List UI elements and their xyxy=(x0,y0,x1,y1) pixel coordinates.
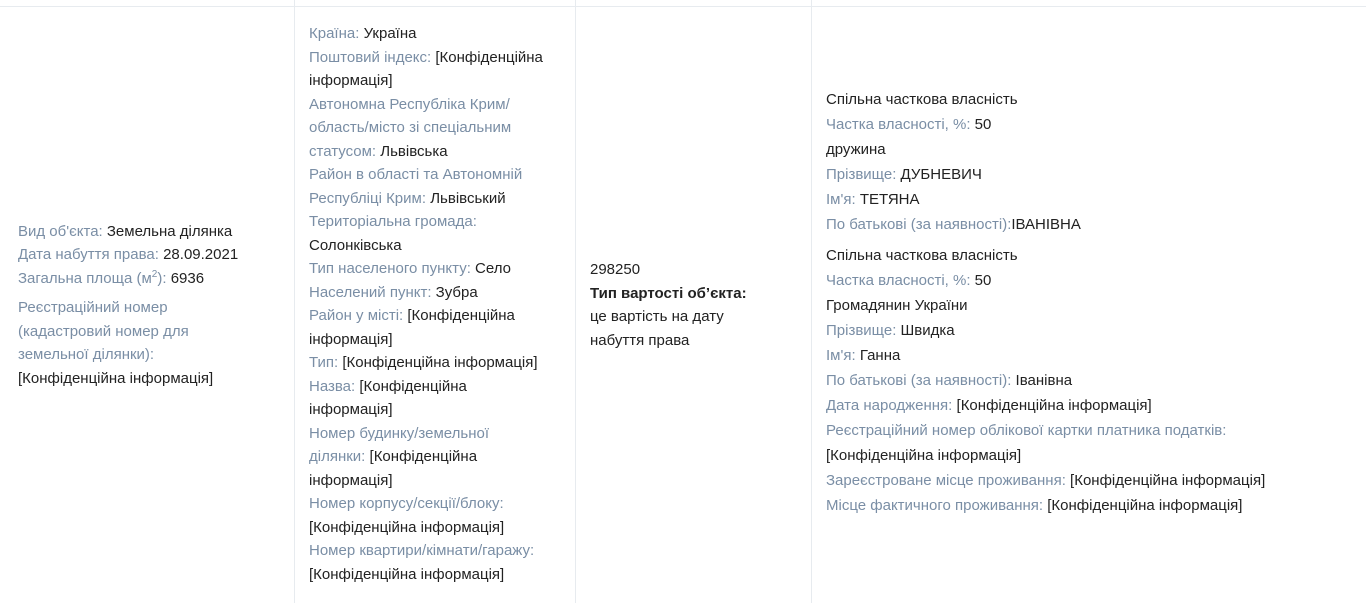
address-country: Країна: Україна xyxy=(309,25,417,42)
owner-registered-residence: Зареєстроване місце проживання: [Конфіде… xyxy=(826,472,1266,489)
object-type: Вид об'єкта: Земельна ділянка xyxy=(18,222,233,240)
address-city-district: Район у місті: [Конфіденційна xyxy=(309,307,515,324)
column-divider xyxy=(294,0,295,603)
owner-block: Спільна часткова власність Частка власно… xyxy=(826,87,1346,237)
acquisition-date: Дата набуття права: 28.09.2021 xyxy=(18,246,239,264)
address-block: Номер корпусу/секції/блоку: xyxy=(309,495,504,512)
owner-patronymic: По батькові (за наявності): Іванівна xyxy=(826,372,1073,389)
owner-surname: Прізвище: Швидка xyxy=(826,322,955,339)
cost-type-label: Тип вартості об’єкта: xyxy=(590,284,747,302)
registration-number-label: Реєстраційний номер (кадастровий номер д… xyxy=(18,299,189,364)
address-community: Територіальна громада: xyxy=(309,213,477,230)
object-info-cell: Вид об'єкта: Земельна ділянка Дата набут… xyxy=(18,7,288,603)
ownership-type: Спільна часткова власність xyxy=(826,247,1018,264)
owner-name: Ім'я: ТЕТЯНА xyxy=(826,191,920,208)
address-apartment: Номер квартири/кімнати/гаражу: xyxy=(309,542,535,559)
owners-cell: Спільна часткова власність Частка власно… xyxy=(826,7,1346,610)
owner-name: Ім'я: Ганна xyxy=(826,347,901,364)
owner-patronymic: По батькові (за наявності):ІВАНІВНА xyxy=(826,216,1081,233)
ownership-type: Спільна часткова власність xyxy=(826,91,1018,108)
address-cell: Країна: Україна Поштовий індекс: [Конфід… xyxy=(309,22,569,586)
owner-relation: дружина xyxy=(826,141,886,158)
registration-number-value: [Конфіденційна інформація] xyxy=(18,369,214,387)
address-postcode: Поштовий індекс: [Конфіденційна xyxy=(309,48,543,66)
owner-tax-number-label: Реєстраційний номер облікової картки пла… xyxy=(826,422,1227,439)
total-area: Загальна площа (м2): 6936 xyxy=(18,268,205,287)
cost-value: 298250 xyxy=(590,261,641,278)
address-street-type: Тип: [Конфіденційна інформація] xyxy=(309,354,538,371)
owner-tax-number-value: [Конфіденційна інформація] xyxy=(826,447,1022,464)
address-district: Район в області та Автономній xyxy=(309,166,523,183)
owner-block: Спільна часткова власність Частка власно… xyxy=(826,243,1346,518)
owner-surname: Прізвище: ДУБНЕВИЧ xyxy=(826,166,982,183)
address-street-name: Назва: [Конфіденційна xyxy=(309,377,467,395)
column-divider xyxy=(811,0,812,603)
property-table: Вид об'єкта: Земельна ділянка Дата набут… xyxy=(0,0,1366,603)
column-divider xyxy=(575,0,576,603)
ownership-share: Частка власності, %: 50 xyxy=(826,272,992,289)
address-building: Номер будинку/земельної xyxy=(309,424,489,442)
owner-actual-residence: Місце фактичного проживання: [Конфіденці… xyxy=(826,497,1243,514)
address-region: Автономна Республіка Крим/ xyxy=(309,95,510,113)
owner-relation: Громадянин України xyxy=(826,297,968,314)
owner-birth-date: Дата народження: [Конфіденційна інформац… xyxy=(826,397,1152,414)
address-settlement: Населений пункт: Зубра xyxy=(309,283,478,301)
address-settlement-type: Тип населеного пункту: Село xyxy=(309,260,511,277)
cost-cell: 298250 Тип вартості об’єкта: це вартість… xyxy=(590,7,800,603)
ownership-share: Частка власності, %: 50 xyxy=(826,116,992,133)
cost-type-value: це вартість на дату xyxy=(590,308,724,325)
